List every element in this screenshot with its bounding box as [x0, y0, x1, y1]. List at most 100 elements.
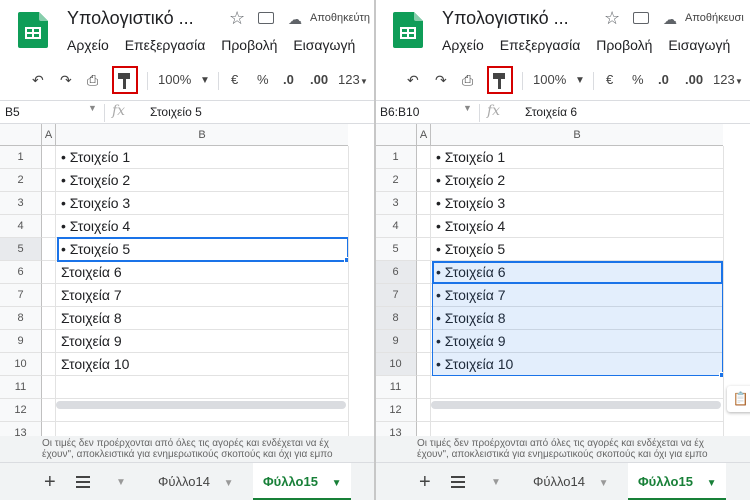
row-header-5[interactable]: 5 [0, 238, 42, 261]
row-header-12[interactable]: 12 [375, 399, 417, 422]
row-header-4[interactable]: 4 [0, 215, 42, 238]
more-formats-button[interactable]: 123 [713, 72, 735, 87]
sheet-tab-2[interactable]: Φύλλο15 ▼ [253, 463, 352, 500]
sheet-tab-2[interactable]: Φύλλο15 ▼ [628, 463, 727, 500]
cell-b1[interactable]: • Στοιχείο 1 [56, 146, 348, 169]
row-header-10[interactable]: 10 [375, 353, 417, 376]
document-title[interactable]: Υπολογιστικό ... [442, 8, 569, 29]
name-box-dropdown-icon[interactable]: ▼ [88, 103, 97, 113]
horizontal-scrollbar[interactable] [431, 401, 721, 409]
zoom-dropdown-icon[interactable]: ▼ [200, 75, 210, 86]
cell-b2[interactable]: • Στοιχείο 2 [431, 169, 723, 192]
star-icon[interactable]: ☆ [229, 8, 245, 29]
formula-input[interactable]: Στοιχεία 6 [525, 105, 577, 119]
zoom-select[interactable]: 100% [533, 72, 566, 87]
row-header-8[interactable]: 8 [0, 307, 42, 330]
percent-format-button[interactable]: % [632, 72, 644, 87]
cell-a3[interactable] [42, 192, 56, 215]
select-all-corner[interactable] [0, 124, 42, 146]
star-icon[interactable]: ☆ [604, 8, 620, 29]
add-sheet-button[interactable]: + [44, 471, 56, 494]
select-all-corner[interactable] [375, 124, 417, 146]
column-header-b[interactable]: B [431, 124, 723, 146]
row-header-1[interactable]: 1 [0, 146, 42, 169]
increase-decimal-button[interactable]: .00 [310, 72, 328, 87]
row-header-3[interactable]: 3 [0, 192, 42, 215]
menu-file[interactable]: Αρχείο [442, 37, 484, 53]
row-header-10[interactable]: 10 [0, 353, 42, 376]
row-header-7[interactable]: 7 [375, 284, 417, 307]
row-header-8[interactable]: 8 [375, 307, 417, 330]
sheet-tab-2-dropdown-icon[interactable]: ▼ [707, 478, 717, 489]
sheet-tab-1-dropdown-icon[interactable]: ▼ [224, 478, 234, 489]
undo-icon[interactable]: ↶ [407, 72, 419, 89]
cell-b2[interactable]: • Στοιχείο 2 [56, 169, 348, 192]
menu-insert[interactable]: Εισαγωγή [293, 37, 355, 53]
tab-dropdown-icon[interactable]: ▼ [116, 477, 126, 488]
horizontal-scrollbar[interactable] [56, 401, 346, 409]
menu-edit[interactable]: Επεξεργασία [125, 37, 206, 53]
more-formats-dropdown-icon[interactable]: ▼ [735, 77, 743, 86]
cell-a3[interactable] [417, 192, 431, 215]
cell-a6[interactable] [42, 261, 56, 284]
paint-format-icon[interactable] [118, 73, 132, 89]
cell-b1[interactable]: • Στοιχείο 1 [431, 146, 723, 169]
cell-a1[interactable] [417, 146, 431, 169]
document-title[interactable]: Υπολογιστικό ... [67, 8, 194, 29]
row-header-9[interactable]: 9 [375, 330, 417, 353]
print-icon[interactable]: ⎙ [87, 72, 98, 89]
cell-a2[interactable] [417, 169, 431, 192]
sheets-logo-icon[interactable] [393, 12, 423, 48]
undo-icon[interactable]: ↶ [32, 72, 44, 89]
sheet-tab-1[interactable]: Φύλλο14 ▼ [523, 463, 619, 500]
cell-a8[interactable] [42, 307, 56, 330]
percent-format-button[interactable]: % [257, 72, 269, 87]
row-header-11[interactable]: 11 [375, 376, 417, 399]
cell-a7[interactable] [417, 284, 431, 307]
sheets-logo-icon[interactable] [18, 12, 48, 48]
cell-b4[interactable]: • Στοιχείο 4 [431, 215, 723, 238]
cell-a9[interactable] [417, 330, 431, 353]
cell-b11[interactable] [431, 376, 723, 399]
zoom-dropdown-icon[interactable]: ▼ [575, 75, 585, 86]
cell-a12[interactable] [417, 399, 431, 422]
all-sheets-icon[interactable] [76, 476, 90, 491]
row-header-9[interactable]: 9 [0, 330, 42, 353]
menu-file[interactable]: Αρχείο [67, 37, 109, 53]
cell-b3[interactable]: • Στοιχείο 3 [56, 192, 348, 215]
cell-b11[interactable] [56, 376, 348, 399]
cell-b7[interactable]: Στοιχεία 7 [56, 284, 348, 307]
cell-b4[interactable]: • Στοιχείο 4 [56, 215, 348, 238]
fill-handle[interactable] [719, 372, 725, 378]
cell-a12[interactable] [42, 399, 56, 422]
cell-a10[interactable] [417, 353, 431, 376]
column-header-b[interactable]: B [56, 124, 348, 146]
row-header-6[interactable]: 6 [0, 261, 42, 284]
redo-icon[interactable]: ↷ [435, 72, 447, 89]
row-header-2[interactable]: 2 [375, 169, 417, 192]
decrease-decimal-button[interactable]: .0 [658, 72, 669, 87]
row-header-4[interactable]: 4 [375, 215, 417, 238]
cell-a10[interactable] [42, 353, 56, 376]
cell-a9[interactable] [42, 330, 56, 353]
currency-format-button[interactable]: € [231, 72, 238, 87]
cell-b6[interactable]: Στοιχεία 6 [56, 261, 348, 284]
paint-format-icon[interactable] [493, 73, 507, 89]
cell-a11[interactable] [42, 376, 56, 399]
cell-a6[interactable] [417, 261, 431, 284]
cell-a5[interactable] [42, 238, 56, 261]
tab-dropdown-icon[interactable]: ▼ [491, 477, 501, 488]
zoom-select[interactable]: 100% [158, 72, 191, 87]
cell-a2[interactable] [42, 169, 56, 192]
name-box[interactable]: B5 [5, 105, 20, 119]
cell-a7[interactable] [42, 284, 56, 307]
row-header-7[interactable]: 7 [0, 284, 42, 307]
sheet-tab-1-dropdown-icon[interactable]: ▼ [599, 478, 609, 489]
cell-a4[interactable] [42, 215, 56, 238]
cell-a11[interactable] [417, 376, 431, 399]
paste-options-icon[interactable]: 📋 [727, 386, 750, 412]
more-formats-dropdown-icon[interactable]: ▼ [360, 77, 368, 86]
move-to-folder-icon[interactable] [633, 12, 649, 24]
more-formats-button[interactable]: 123 [338, 72, 360, 87]
row-header-6[interactable]: 6 [375, 261, 417, 284]
